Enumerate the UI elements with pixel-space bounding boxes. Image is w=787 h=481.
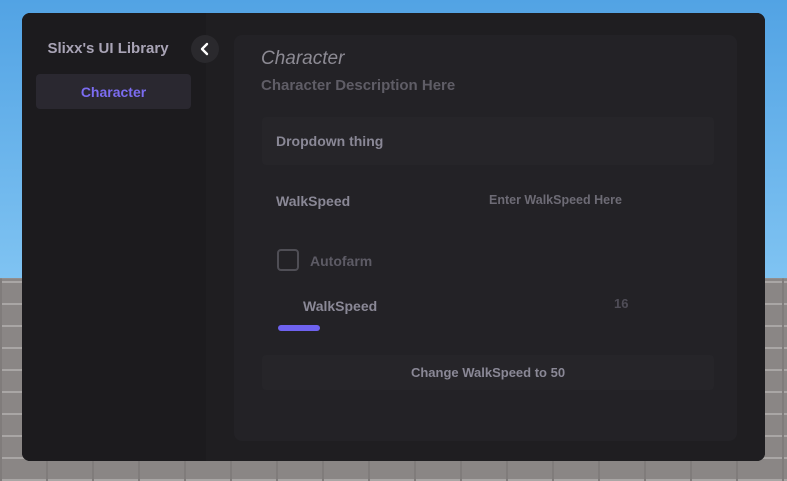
change-walkspeed-button[interactable]: Change WalkSpeed to 50 [262, 355, 714, 390]
walkspeed-input[interactable] [489, 193, 709, 207]
tab-character[interactable]: Character [36, 74, 191, 109]
sidebar: Slixx's UI Library Character [22, 13, 206, 461]
autofarm-label: Autofarm [310, 253, 373, 269]
ui-library-window: Slixx's UI Library Character Character C… [22, 13, 765, 461]
section-title: Character [261, 48, 345, 69]
dropdown[interactable]: Dropdown thing [262, 117, 714, 165]
autofarm-checkbox[interactable] [277, 249, 299, 271]
walkspeed-slider[interactable] [278, 325, 578, 331]
slider-fill [278, 325, 320, 331]
library-title: Slixx's UI Library [47, 40, 169, 57]
chevron-left-icon [200, 42, 209, 56]
dropdown-label: Dropdown thing [276, 133, 384, 149]
collapse-sidebar-button[interactable] [191, 35, 219, 63]
textbox-label: WalkSpeed [276, 193, 351, 209]
section-character: Character Character Description Here Dro… [234, 35, 737, 441]
section-description: Character Description Here [261, 77, 456, 94]
slider-value: 16 [614, 296, 629, 311]
slider-label: WalkSpeed [303, 298, 378, 314]
